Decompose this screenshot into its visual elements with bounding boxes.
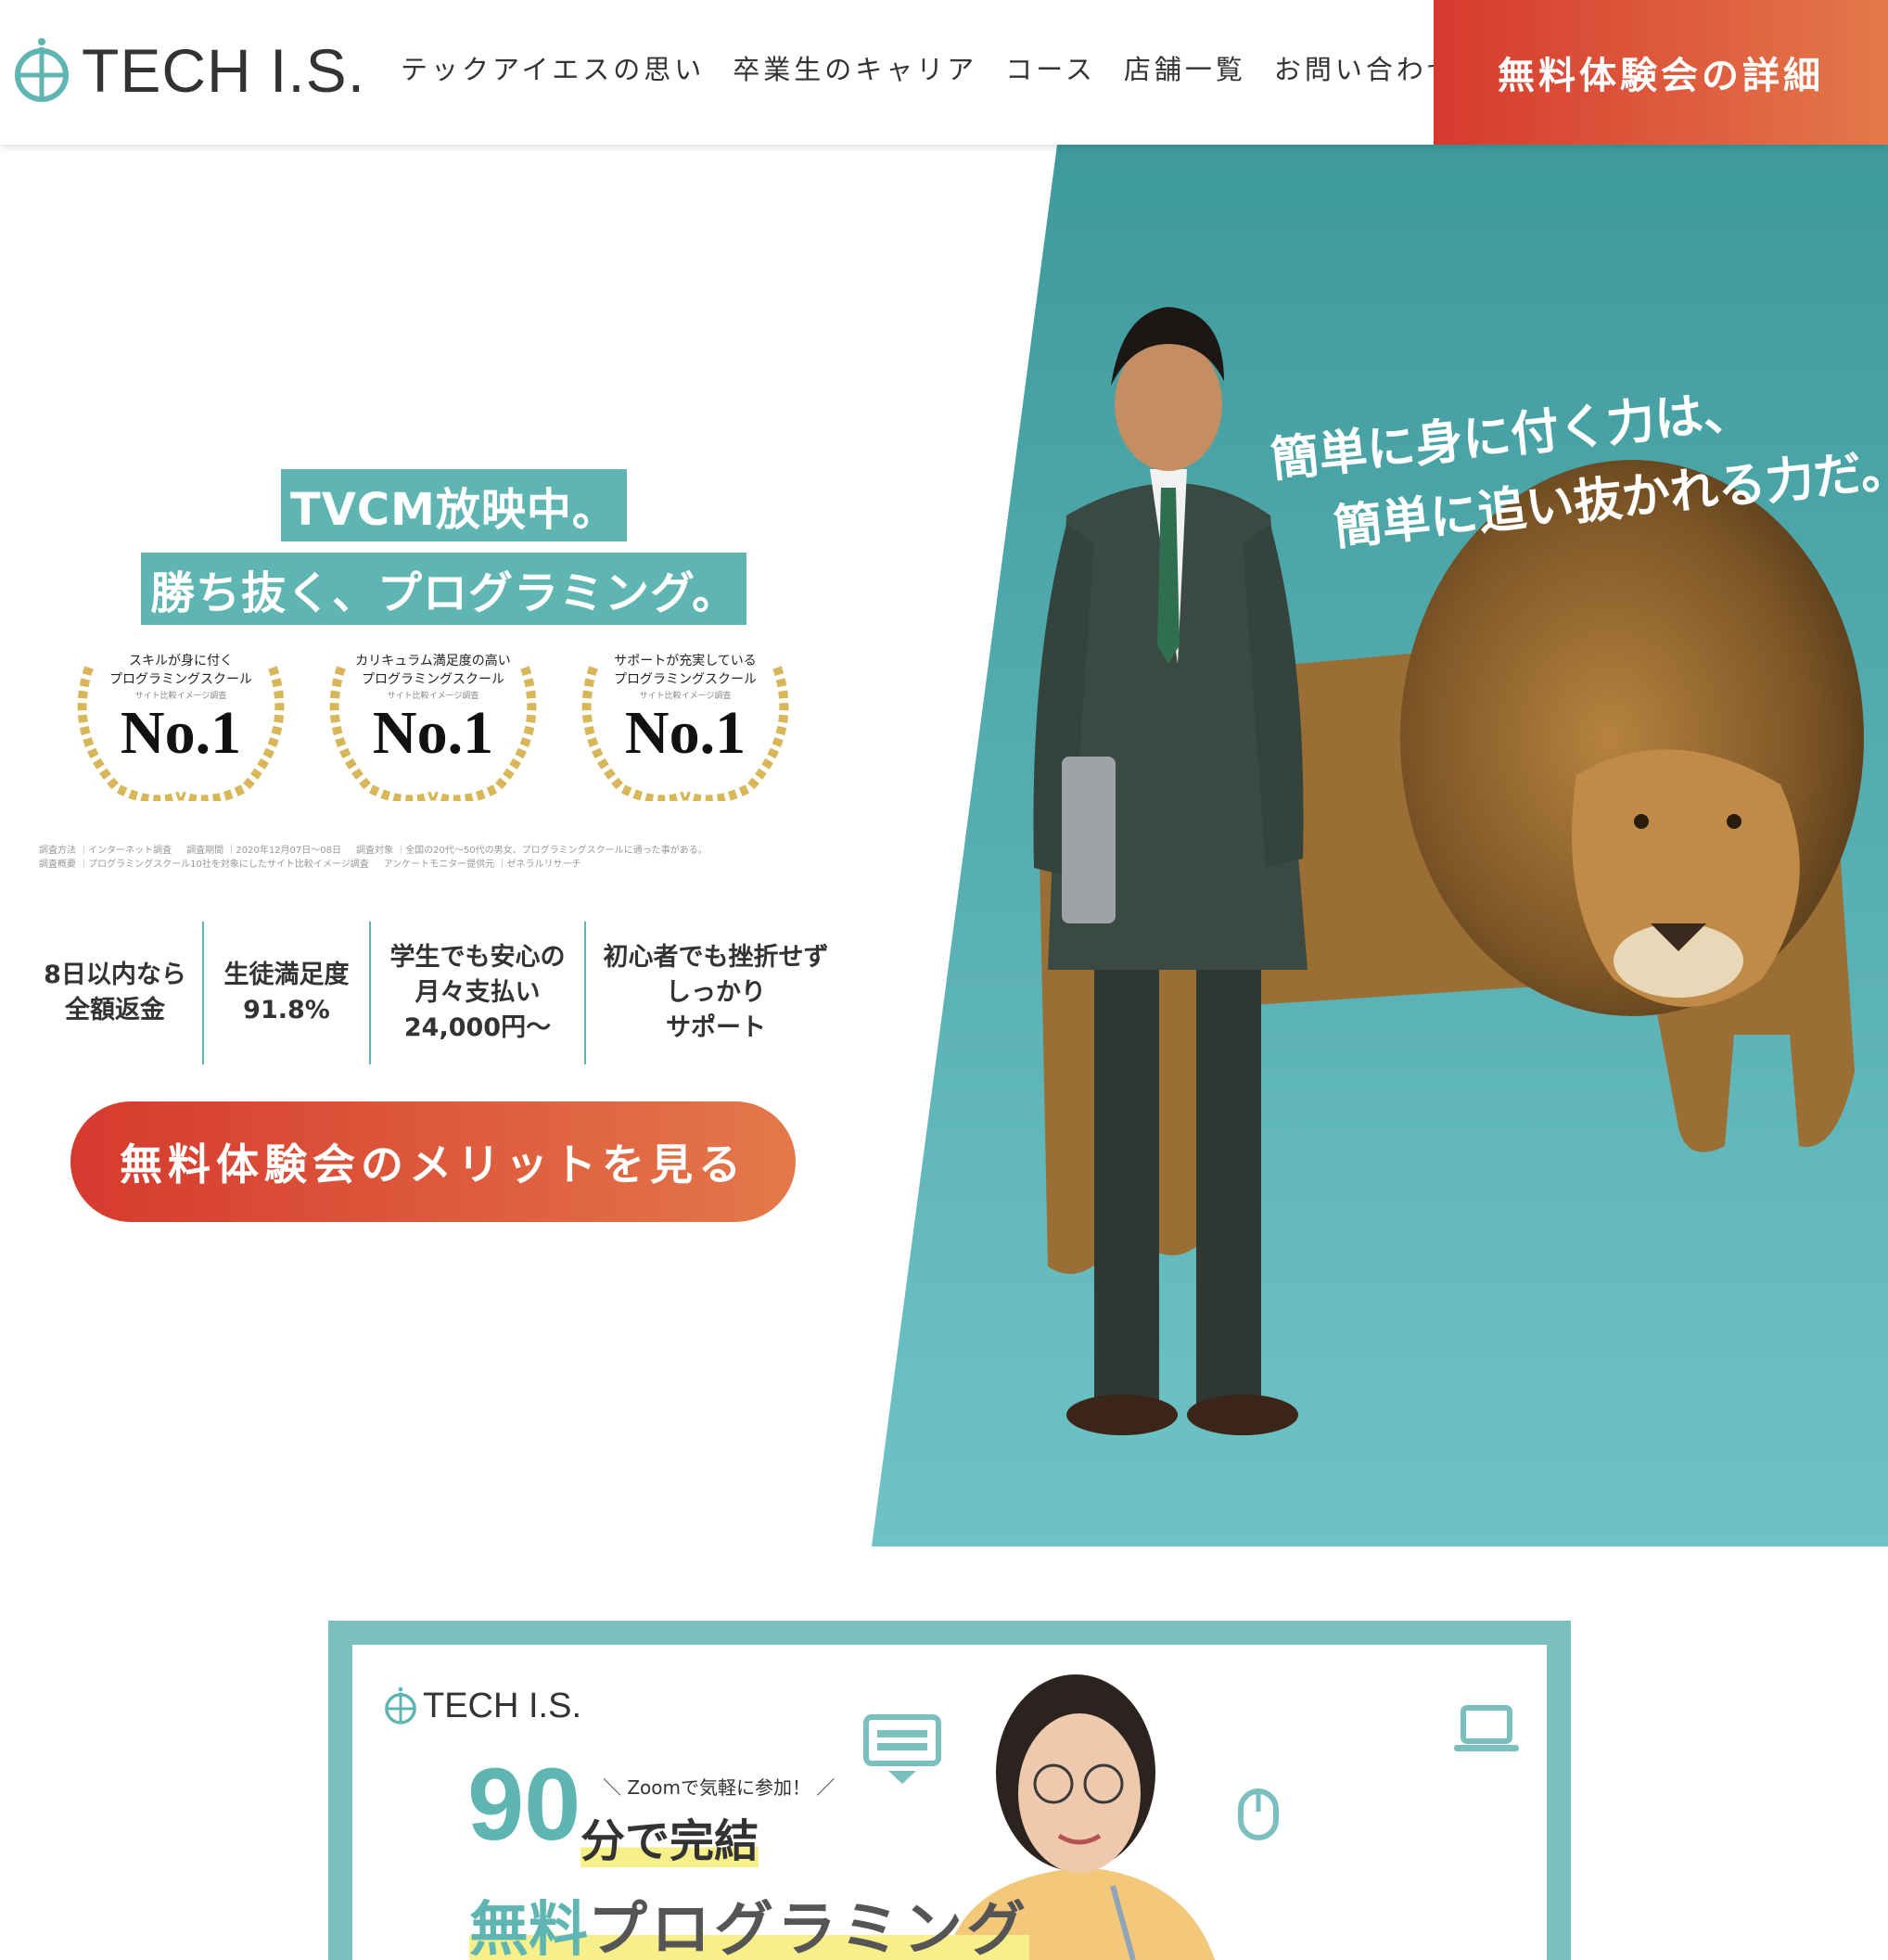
keyboard-icon <box>863 1714 941 1784</box>
award-rank: No.1 <box>120 699 242 767</box>
feature-points: 8日以内なら 全額返金 生徒満足度 91.8% 学生でも安心の 月々支払い 24… <box>28 922 846 1064</box>
banner-logo-text: TECH I.S. <box>423 1686 582 1725</box>
award-line-2: プログラミングスクール <box>109 673 252 687</box>
feature-line: しっかり <box>666 978 766 1007</box>
survey-target: 調査対象 ｜全国の20代～50代の男女、プログラミングスクールに通った事がある。 <box>356 846 708 856</box>
banner-minutes-text: 分で完結 <box>580 1804 759 1869</box>
feature-line: 全額返金 <box>65 996 165 1025</box>
survey-provider: アンケートモニター提供元 ｜ゼネラルリサーチ <box>383 859 581 870</box>
survey-period: 調査期間 ｜2020年12月07日～08日 <box>186 846 341 856</box>
banner-minutes-label: 分で完結 <box>580 1815 759 1867</box>
trial-banner[interactable]: TECH I.S. 90 ＼ Zoomで気軽に参加！ ／ 分で完結 無料プログラ… <box>328 1621 1571 1960</box>
survey-summary: 調査概要 ｜プログラミングスクール10社を対象にしたサイト比較イメージ調査 <box>39 859 369 870</box>
award-line-1: スキルが身に付く <box>129 655 233 668</box>
banner-logo: TECH I.S. <box>384 1686 581 1726</box>
mouse-icon <box>1238 1788 1279 1840</box>
feature-line: 8日以内なら <box>44 961 186 989</box>
trial-details-button[interactable]: 無料体験会の詳細 <box>1434 0 1888 145</box>
feature-satisfaction: 生徒満足度 91.8% <box>202 922 369 1064</box>
banner-zoom-note: ＼ Zoomで気軽に参加！ ／ <box>603 1776 836 1799</box>
award-badge: サポートが充実している プログラミングスクール サイト比較イメージ調査 No.1 <box>566 649 805 801</box>
feature-support: 初心者でも挫折せず しっかり サポート <box>584 922 846 1064</box>
feature-line: 91.8% <box>243 996 330 1025</box>
nav-item-stores[interactable]: 店舗一覧 <box>1124 48 1246 87</box>
awards: スキルが身に付く プログラミングスクール サイト比較イメージ調査 No.1 カリ… <box>61 649 818 801</box>
feature-payment: 学生でも安心の 月々支払い 24,000円〜 <box>369 922 584 1064</box>
globe-logo-icon <box>385 1686 416 1725</box>
tvcm-tagline: TVCM放映中。 <box>281 469 627 541</box>
feature-line: サポート <box>666 1013 766 1042</box>
award-badge: カリキュラム満足度の高い プログラミングスクール サイト比較イメージ調査 No.… <box>313 649 553 801</box>
banner-programming-text: プログラミング <box>588 1896 1029 1960</box>
nav-item-contact[interactable]: お問い合わせ <box>1274 48 1458 87</box>
award-rank: No.1 <box>372 699 494 767</box>
laptop-icon <box>1454 1705 1519 1751</box>
banner-free-text: 無料 <box>469 1896 588 1960</box>
survey-note: 調査方法 ｜インターネット調査 調査期間 ｜2020年12月07日～08日 調査… <box>39 844 722 872</box>
award-line-1: カリキュラム満足度の高い <box>355 655 511 668</box>
banner-free-programming: 無料プログラミング <box>469 1882 1029 1960</box>
feature-line: 学生でも安心の <box>389 943 566 972</box>
survey-method: 調査方法 ｜インターネット調査 <box>39 846 172 856</box>
banner-minutes-number: 90 <box>467 1748 581 1862</box>
hero-photo: 簡単に身に付く力は、 簡単に追い抜かれる力だ。 <box>872 145 1888 1546</box>
award-line-2: プログラミングスクール <box>362 673 504 687</box>
nav-item-careers[interactable]: 卒業生のキャリア <box>733 48 977 87</box>
logo-text: TECH I.S. <box>82 36 366 105</box>
programming-tagline: 勝ち抜く、プログラミング。 <box>141 553 747 625</box>
feature-refund: 8日以内なら 全額返金 <box>28 922 202 1064</box>
feature-line: 生徒満足度 <box>223 961 350 989</box>
award-line-1: サポートが充実している <box>614 655 757 668</box>
feature-line: 初心者でも挫折せず <box>603 943 829 972</box>
site-header: TECH I.S. テックアイエスの思い 卒業生のキャリア コース 店舗一覧 お… <box>0 0 1888 145</box>
feature-line: 月々支払い <box>415 978 541 1007</box>
award-line-2: プログラミングスクール <box>614 673 757 687</box>
nav-item-philosophy[interactable]: テックアイエスの思い <box>401 48 705 87</box>
award-badge: スキルが身に付く プログラミングスクール サイト比較イメージ調査 No.1 <box>61 649 300 801</box>
trial-merits-button[interactable]: 無料体験会のメリットを見る <box>70 1101 796 1222</box>
main-nav: テックアイエスの思い 卒業生のキャリア コース 店舗一覧 お問い合わせ <box>401 48 1486 87</box>
award-rank: No.1 <box>624 699 746 767</box>
globe-logo-icon <box>15 38 69 102</box>
nav-item-courses[interactable]: コース <box>1005 48 1096 87</box>
feature-line: 24,000円〜 <box>403 1013 552 1042</box>
logo[interactable]: TECH I.S. <box>13 35 365 106</box>
